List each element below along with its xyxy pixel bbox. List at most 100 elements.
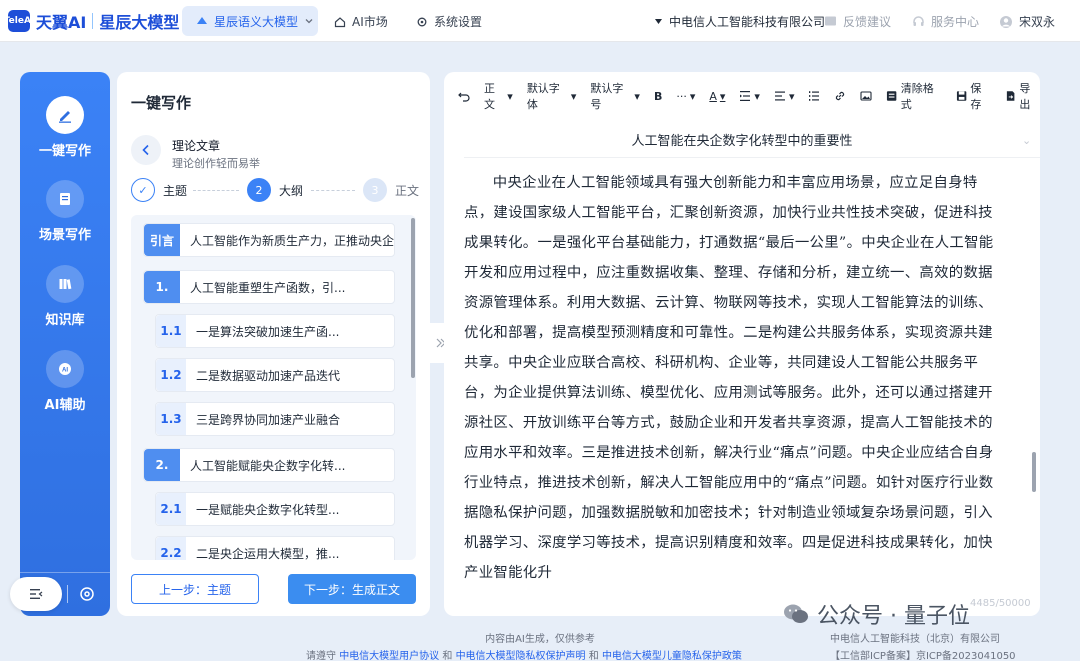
user-menu[interactable]: 宋双永 <box>999 13 1055 30</box>
document-body[interactable]: 中央企业在人工智能领域具有强大创新能力和丰富应用场景，应立足自身特点，建设国家级… <box>464 168 1004 588</box>
footer-divider <box>67 585 68 603</box>
sidebar-item-label: AI辅助 <box>44 398 86 413</box>
step-body[interactable]: 3 正文 <box>363 178 419 202</box>
service-center-label: 服务中心 <box>931 15 980 29</box>
outline-text: 三是跨界协同加速产业融合 <box>196 412 341 427</box>
outline-item[interactable]: 引言 人工智能作为新质生产力，正推动央企 <box>143 223 395 257</box>
collapse-toolbar-icon[interactable]: ⌄ <box>1022 134 1031 147</box>
outline-tag: 1. <box>144 271 180 303</box>
outline-item[interactable]: 1. 人工智能重塑生产函数，引... <box>143 270 395 304</box>
outline-item[interactable]: 1.1 一是算法突破加速生产函... <box>155 314 395 348</box>
outline-tag: 2.2 <box>156 537 186 560</box>
outline-item[interactable]: 2.1 一是赋能央企数字化转型... <box>155 492 395 526</box>
ordered-list-icon[interactable] <box>808 90 820 102</box>
step-label: 正文 <box>395 183 420 198</box>
nav-model-label: 星辰语义大模型 <box>214 14 299 29</box>
step-number: 2 <box>247 178 271 202</box>
and-text: 和 <box>442 651 453 661</box>
outline-text: 人工智能重塑生产函数，引... <box>190 280 346 295</box>
outline-item[interactable]: 1.3 三是跨界协同加速产业融合 <box>155 402 395 436</box>
agree-prefix: 请遵守 <box>306 651 336 661</box>
icp-record[interactable]: 【工信部ICP备案】京ICP备2023041050 <box>830 647 1016 661</box>
font-size-select[interactable]: 默认字号 ▾ <box>590 80 640 112</box>
font-family-value: 默认字体 <box>526 82 560 111</box>
logo-badge: TeleAI <box>4 10 34 32</box>
export-label: 导出 <box>1019 82 1031 111</box>
step-outline[interactable]: 2 大纲 <box>247 178 303 202</box>
prev-step-button[interactable]: 上一步：主题 <box>131 574 259 604</box>
settings-gear-icon[interactable] <box>78 585 96 603</box>
legal-links: 请遵守 中电信大模型用户协议 和 中电信大模型隐私权保护声明 和 中电信大模型儿… <box>306 647 742 661</box>
outline-text: 一是算法突破加速生产函... <box>196 324 340 339</box>
sidebar-item-scene-writing[interactable]: 场景写作 <box>20 180 110 243</box>
pen-icon <box>46 96 84 134</box>
article-category-desc: 理论创作轻而易举 <box>172 157 260 170</box>
clear-format-label: 清除格式 <box>900 82 934 111</box>
font-family-select[interactable]: 默认字体 ▾ <box>527 80 577 112</box>
save-button[interactable]: 保存 <box>956 80 991 112</box>
chevron-down-icon <box>304 16 314 26</box>
nav-settings[interactable]: 系统设置 <box>416 13 482 30</box>
outline-tag: 2. <box>144 449 180 481</box>
export-icon <box>1006 91 1015 101</box>
org-name: 中电信人工智能科技有限公司 <box>669 15 826 29</box>
document-title[interactable]: 人工智能在央企数字化转型中的重要性 <box>444 130 1040 149</box>
more-icon: ··· <box>676 89 687 103</box>
caret-down-icon <box>654 17 663 26</box>
panel-title: 一键写作 <box>131 94 192 112</box>
collapse-sidebar-button[interactable] <box>10 577 62 611</box>
step-label: 主题 <box>163 183 188 198</box>
sidebar-item-one-click-writing[interactable]: 一键写作 <box>20 96 110 159</box>
nav-ai-market[interactable]: AI市场 <box>334 13 388 30</box>
outline-scrollbar[interactable] <box>411 218 415 378</box>
and-text: 和 <box>588 651 599 661</box>
indent-icon <box>740 91 751 101</box>
outline-item[interactable]: 1.2 二是数据驱动加速产品迭代 <box>155 358 395 392</box>
clear-format-button[interactable]: 清除格式 <box>886 80 942 112</box>
sidebar-item-ai-assist[interactable]: AI AI辅助 <box>20 350 110 413</box>
outline-item[interactable]: 2.2 二是央企运用大模型，推... <box>155 536 395 560</box>
outline-tag: 引言 <box>144 224 180 256</box>
align-button[interactable]: ▾ <box>774 90 794 103</box>
clear-format-icon <box>887 91 897 101</box>
logo[interactable]: TeleAI 天翼AI 星辰大模型 <box>4 9 179 33</box>
indent-button[interactable]: ▾ <box>739 90 760 103</box>
privacy-policy-link[interactable]: 中电信大模型隐私权保护声明 <box>456 651 586 661</box>
user-agreement-link[interactable]: 中电信大模型用户协议 <box>339 651 439 661</box>
child-privacy-link[interactable]: 中电信大模型儿童隐私保护政策 <box>602 651 742 661</box>
sidebar-item-knowledge-base[interactable]: 知识库 <box>20 265 110 328</box>
nav-settings-label: 系统设置 <box>434 15 483 29</box>
paragraph-style-select[interactable]: 正文 ▾ <box>484 80 513 112</box>
caret-down-icon: ▾ <box>570 89 577 103</box>
save-icon <box>957 91 967 101</box>
editor-toolbar: 正文 ▾ 默认字体 ▾ 默认字号 ▾ B ··· ▾ A ▾ ▾ ▾ 清除格式 保存 <box>458 82 1040 111</box>
caret-down-icon: ▾ <box>719 89 726 103</box>
chevron-left-icon <box>141 144 151 156</box>
company-name: 中电信人工智能科技（北京）有限公司 <box>830 634 1000 645</box>
org-selector[interactable]: 中电信人工智能科技有限公司 <box>654 13 825 30</box>
top-bar: TeleAI 天翼AI 星辰大模型 星辰语义大模型 AI市场 系统设置 中电信人… <box>0 0 1080 42</box>
save-label: 保存 <box>970 82 982 111</box>
next-step-button[interactable]: 下一步：生成正文 <box>288 574 416 604</box>
undo-icon[interactable] <box>458 90 470 102</box>
outline-list[interactable]: 引言 人工智能作为新质生产力，正推动央企 1. 人工智能重塑生产函数，引... … <box>131 215 416 560</box>
service-center-link[interactable]: 服务中心 <box>912 13 979 30</box>
caret-down-icon: ▾ <box>507 89 513 103</box>
step-topic[interactable]: ✓ 主题 <box>131 178 187 202</box>
font-color-button[interactable]: A ▾ <box>709 90 725 103</box>
link-icon[interactable] <box>834 90 846 102</box>
wechat-icon <box>783 603 809 625</box>
feedback-link[interactable]: 反馈建议 <box>824 13 891 30</box>
nav-model-selector[interactable]: 星辰语义大模型 <box>182 6 318 36</box>
more-format-button[interactable]: ··· ▾ <box>676 90 695 103</box>
outline-item[interactable]: 2. 人工智能赋能央企数字化转... <box>143 448 395 482</box>
export-button[interactable]: 导出 <box>1005 80 1040 112</box>
editor-scrollbar[interactable] <box>1032 452 1036 492</box>
image-icon[interactable] <box>860 90 873 102</box>
model-icon <box>196 15 208 27</box>
bold-button[interactable]: B <box>654 90 662 103</box>
outline-tag: 1.2 <box>156 359 186 391</box>
books-icon <box>46 265 84 303</box>
back-button[interactable] <box>131 135 161 165</box>
sidebar-item-label: 一键写作 <box>38 144 91 159</box>
